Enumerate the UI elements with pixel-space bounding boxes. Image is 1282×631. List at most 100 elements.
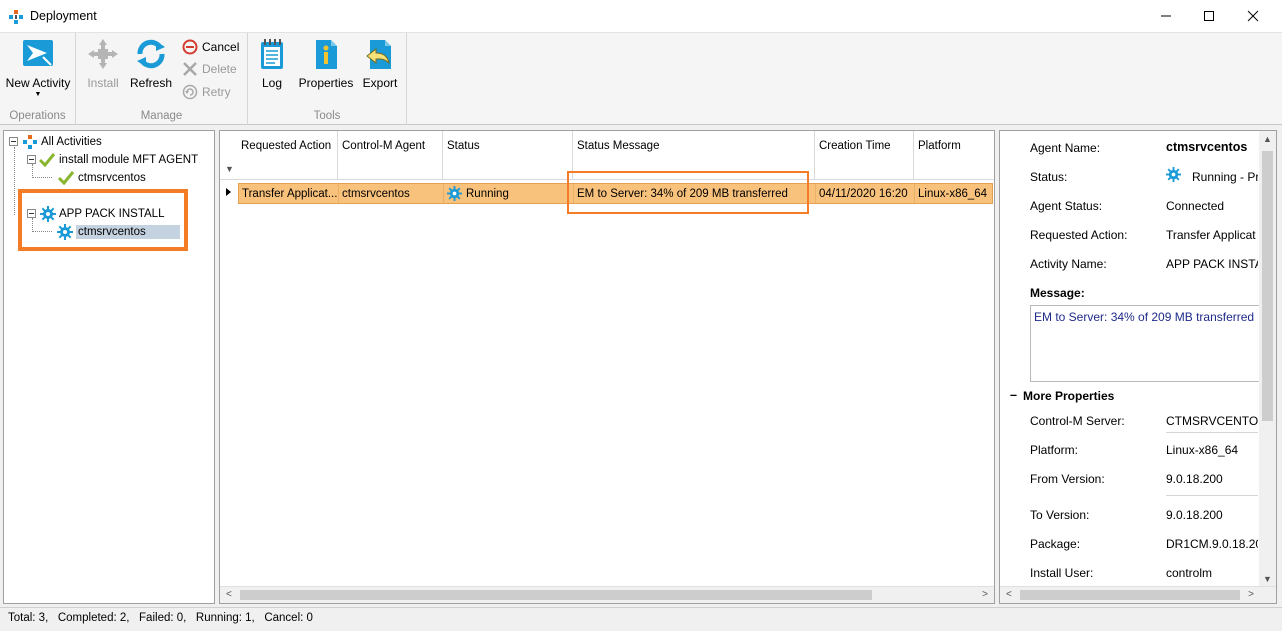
tools-group-label: Tools bbox=[313, 110, 341, 122]
row-pointer-icon bbox=[226, 188, 231, 196]
cell-creation-time: 04/11/2020 16:20 bbox=[816, 184, 915, 203]
window-title: Deployment bbox=[30, 9, 97, 23]
retry-button[interactable]: Retry bbox=[182, 82, 231, 102]
properties-info-icon bbox=[316, 40, 337, 69]
install-move-icon bbox=[88, 39, 118, 69]
package-value: DR1CM.9.0.18.20 bbox=[1166, 537, 1258, 551]
more-properties-header[interactable]: More Properties bbox=[1023, 389, 1114, 403]
scroll-up-icon[interactable]: ▲ bbox=[1263, 134, 1272, 144]
activity-name-value: APP PACK INSTA bbox=[1166, 257, 1258, 271]
properties-vertical-scrollbar[interactable]: ▲ ▼ bbox=[1259, 131, 1276, 587]
delete-icon bbox=[183, 62, 197, 76]
operations-group: New Activity ▼ Operations bbox=[0, 33, 76, 125]
filter-icon[interactable]: ▼ bbox=[225, 164, 234, 174]
title-bar: Deployment bbox=[0, 0, 1282, 33]
export-label: Export bbox=[362, 76, 398, 90]
status-label: Status: bbox=[1030, 170, 1068, 184]
refresh-icon bbox=[137, 39, 165, 69]
more-properties-collapse-icon[interactable]: – bbox=[1010, 388, 1017, 402]
export-button[interactable]: Export bbox=[358, 35, 402, 101]
scroll-down-icon[interactable]: ▼ bbox=[1263, 574, 1272, 584]
export-icon bbox=[366, 40, 391, 69]
retry-icon bbox=[182, 84, 198, 100]
running-gear-icon bbox=[447, 186, 462, 201]
cell-agent: ctmsrvcentos bbox=[339, 184, 444, 203]
message-textbox[interactable]: EM to Server: 34% of 209 MB transferred bbox=[1030, 305, 1262, 382]
cell-requested-action: Transfer Applicat... bbox=[239, 184, 339, 203]
maximize-button[interactable] bbox=[1186, 0, 1232, 32]
refresh-button[interactable]: Refresh bbox=[128, 35, 174, 101]
install-button[interactable]: Install bbox=[82, 35, 124, 101]
activities-tree-panel: All Activities install module MFT AGENT … bbox=[3, 130, 215, 604]
scrollbar-thumb[interactable] bbox=[240, 590, 872, 600]
scrollbar-thumb[interactable] bbox=[1020, 590, 1240, 600]
agent-status-value: Connected bbox=[1166, 199, 1225, 213]
column-header-requested-action[interactable]: Requested Action bbox=[237, 131, 338, 179]
agent-name-label: Agent Name: bbox=[1030, 141, 1101, 155]
platform-value: Linux-x86_64 bbox=[1166, 443, 1239, 457]
cell-platform: Linux-x86_64 bbox=[918, 187, 988, 200]
highlight-annotation-status-message bbox=[567, 171, 809, 214]
running-gear-icon bbox=[1166, 167, 1181, 182]
cell-status-label: Running bbox=[466, 187, 509, 200]
collapse-toggle[interactable] bbox=[9, 137, 18, 146]
minimize-icon bbox=[1161, 15, 1171, 17]
completed-check-icon bbox=[57, 170, 75, 185]
all-activities-icon bbox=[23, 134, 37, 149]
log-label: Log bbox=[261, 76, 283, 90]
column-header-status[interactable]: Status bbox=[443, 131, 573, 179]
tree-item-all-activities[interactable]: All Activities bbox=[9, 133, 102, 150]
column-header-platform[interactable]: Platform bbox=[914, 131, 994, 179]
package-label: Package: bbox=[1030, 537, 1081, 551]
status-bar-summary: Total: 3, Completed: 2, Failed: 0, Runni… bbox=[8, 612, 313, 624]
cancel-label: Cancel bbox=[202, 40, 240, 54]
scroll-right-icon[interactable]: > bbox=[982, 589, 988, 600]
to-version-value: 9.0.18.200 bbox=[1166, 508, 1223, 522]
log-notepad-icon bbox=[261, 39, 283, 69]
grid-horizontal-scrollbar[interactable]: < > bbox=[220, 586, 994, 603]
delete-button[interactable]: Delete bbox=[182, 59, 237, 79]
tree-item-label: install module MFT AGENT bbox=[59, 153, 199, 166]
properties-panel: Agent Name: ctmsrvcentos Status: Running… bbox=[999, 130, 1277, 604]
cancel-icon bbox=[182, 39, 198, 55]
scroll-right-icon[interactable]: > bbox=[1248, 589, 1254, 600]
message-label: Message: bbox=[1030, 286, 1085, 300]
tree-item-label: All Activities bbox=[41, 135, 102, 148]
status-bar: Total: 3, Completed: 2, Failed: 0, Runni… bbox=[0, 607, 1282, 631]
completed-check-icon bbox=[38, 152, 56, 167]
refresh-label: Refresh bbox=[129, 76, 173, 90]
scroll-left-icon[interactable]: < bbox=[226, 589, 232, 600]
delete-label: Delete bbox=[202, 62, 237, 76]
requested-action-label: Requested Action: bbox=[1030, 228, 1128, 242]
deployment-app-icon bbox=[9, 10, 23, 24]
manage-group: Install Refresh Cancel Delete Retry Mana… bbox=[76, 33, 248, 125]
agent-status-label: Agent Status: bbox=[1030, 199, 1103, 213]
column-header-control-m-agent[interactable]: Control-M Agent bbox=[338, 131, 443, 179]
close-button[interactable] bbox=[1230, 0, 1276, 32]
properties-horizontal-scrollbar[interactable]: < > bbox=[1000, 586, 1276, 603]
manage-group-label: Manage bbox=[140, 110, 183, 122]
scrollbar-thumb[interactable] bbox=[1262, 151, 1273, 421]
column-header-creation-time[interactable]: Creation Time bbox=[815, 131, 914, 179]
ribbon-toolbar: New Activity ▼ Operations Install Refres… bbox=[0, 33, 1282, 125]
install-user-value: controlm bbox=[1166, 566, 1213, 580]
new-activity-button[interactable]: New Activity ▼ bbox=[4, 35, 72, 101]
minimize-button[interactable] bbox=[1143, 0, 1189, 32]
operations-group-label: Operations bbox=[9, 110, 66, 122]
log-button[interactable]: Log bbox=[254, 35, 290, 101]
collapse-toggle[interactable] bbox=[27, 155, 36, 164]
tree-item-label: ctmsrvcentos bbox=[78, 171, 146, 184]
properties-button[interactable]: Properties bbox=[298, 35, 354, 101]
server-label: Control-M Server: bbox=[1030, 414, 1125, 428]
tree-item-install-module[interactable]: install module MFT AGENT bbox=[27, 151, 198, 168]
cancel-button[interactable]: Cancel bbox=[182, 37, 239, 57]
install-label: Install bbox=[87, 76, 119, 90]
tools-group: Log Properties Export Tools bbox=[248, 33, 407, 125]
from-version-value: 9.0.18.200 bbox=[1166, 472, 1223, 486]
scroll-left-icon[interactable]: < bbox=[1006, 589, 1012, 600]
tree-item-ctmsrvcentos-completed[interactable]: ctmsrvcentos bbox=[57, 169, 146, 186]
install-user-label: Install User: bbox=[1030, 566, 1094, 580]
retry-label: Retry bbox=[202, 85, 231, 99]
server-value: CTMSRVCENTOS bbox=[1166, 414, 1258, 428]
activities-grid: ▼ Requested Action Control-M Agent Statu… bbox=[219, 130, 995, 604]
